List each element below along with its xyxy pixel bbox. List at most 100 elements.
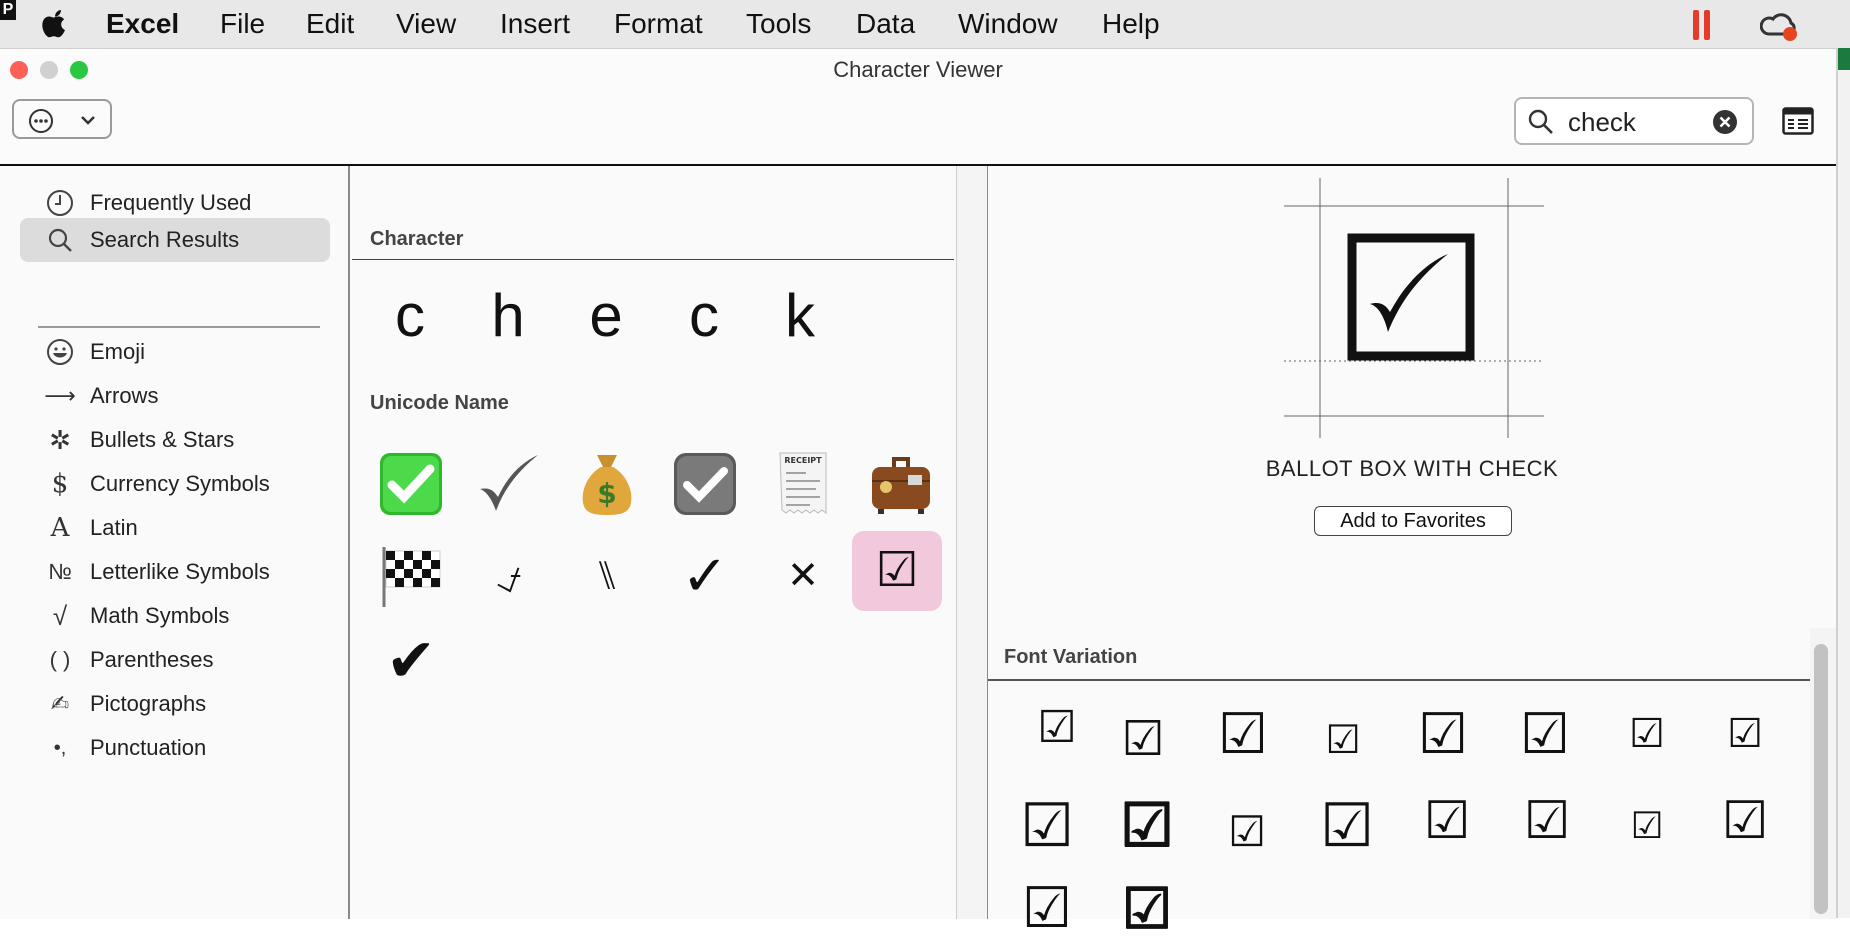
dollar-icon: $	[51, 469, 69, 499]
menu-view[interactable]: View	[396, 7, 456, 41]
font-variation-item[interactable]: ☑	[1112, 876, 1182, 942]
keyboard-viewer-icon[interactable]	[1782, 107, 1814, 135]
font-variation-item[interactable]: ☑	[1512, 791, 1582, 851]
sidebar-item-label: Punctuation	[90, 735, 207, 760]
menu-help[interactable]: Help	[1102, 7, 1160, 41]
apple-logo-icon[interactable]	[40, 8, 70, 40]
font-variation-item[interactable]: ☑	[1510, 702, 1580, 767]
font-variation-item[interactable]: ☑	[1022, 702, 1092, 762]
sidebar-item-search-results[interactable]: Search Results	[20, 218, 330, 262]
character-preview	[1284, 178, 1544, 438]
clock-icon	[47, 190, 73, 216]
font-variation-item[interactable]: ☑	[1312, 791, 1382, 861]
character-list-pane: Character c h e c k Unicode Name $ RECEI…	[352, 166, 956, 919]
font-variation-item[interactable]: ☑	[1208, 702, 1278, 767]
font-variation-item[interactable]: ☑	[1412, 791, 1482, 851]
sidebar-item-math-symbols[interactable]: √ Math Symbols	[20, 594, 330, 638]
char-heavy-check-gray[interactable]	[467, 444, 551, 524]
gray-check-icon	[480, 455, 538, 511]
sidebar-item-parentheses[interactable]: ( ) Parentheses	[20, 638, 330, 682]
unicode-section-title: Unicode Name	[370, 392, 509, 414]
char-ballot-box-with-check-selected[interactable]: ☑	[852, 531, 942, 611]
font-variation-item[interactable]: ☑	[1212, 791, 1282, 861]
char-heavy-check-mark[interactable]: ✔	[369, 621, 453, 701]
menu-app-name[interactable]: Excel	[106, 7, 179, 41]
letter-c[interactable]: c	[669, 281, 739, 350]
menu-data[interactable]: Data	[856, 7, 915, 41]
square-root-icon: √	[52, 601, 68, 631]
char-receipt[interactable]: RECEIPT	[761, 444, 845, 524]
svg-text:RECEIPT: RECEIPT	[784, 456, 822, 465]
add-to-favorites-button[interactable]: Add to Favorites	[1314, 506, 1512, 536]
search-field[interactable]: check	[1514, 97, 1754, 145]
char-luggage[interactable]	[859, 444, 943, 524]
letter-c[interactable]: c	[375, 281, 445, 350]
action-menu-button[interactable]	[12, 99, 112, 139]
font-variation-item[interactable]: ☑	[1108, 711, 1178, 771]
pane-splitter[interactable]	[956, 166, 988, 919]
app-badge-icon: P	[0, 0, 16, 20]
sidebar-item-letterlike-symbols[interactable]: № Letterlike Symbols	[20, 550, 330, 594]
font-variation-item[interactable]: ☑	[1308, 702, 1378, 767]
menu-insert[interactable]: Insert	[500, 7, 570, 41]
sidebar-item-label: Emoji	[90, 339, 146, 364]
menu-edit[interactable]: Edit	[306, 7, 354, 41]
sidebar-item-emoji[interactable]: Emoji	[20, 330, 330, 374]
check-mark-glyph: ✓	[681, 544, 729, 607]
font-variation-item[interactable]: ☑	[1112, 791, 1182, 861]
sidebar-item-label: Frequently Used	[90, 190, 252, 215]
font-variation-item[interactable]: ☑	[1710, 711, 1780, 771]
scrollbar-thumb[interactable]	[1814, 644, 1828, 914]
char-ocr-double-backslash[interactable]: ⑊	[565, 536, 649, 616]
font-variation-item[interactable]: ☑	[1612, 711, 1682, 771]
sidebar-item-label: Math Symbols	[90, 603, 230, 628]
luggage-icon	[872, 457, 930, 514]
search-icon	[1528, 109, 1553, 134]
char-checkbox-gray[interactable]	[663, 444, 747, 524]
sidebar-item-label: Arrows	[90, 383, 159, 408]
letter-e[interactable]: e	[571, 281, 641, 350]
char-multiplication-x[interactable]: ✕	[761, 536, 845, 616]
not-check-mark-glyph: ⍻	[496, 550, 522, 602]
font-variation-item[interactable]: ☑	[1612, 791, 1682, 851]
sidebar-item-punctuation[interactable]: •, Punctuation	[20, 726, 330, 770]
sidebar-item-arrows[interactable]: ⟶ Arrows	[20, 374, 330, 418]
sidebar-item-label: Latin	[90, 515, 138, 540]
menu-tools[interactable]: Tools	[746, 7, 811, 41]
svg-text:$: $	[597, 477, 616, 510]
pause-recording-icon[interactable]	[1693, 10, 1713, 40]
menu-file[interactable]: File	[220, 7, 265, 41]
creative-cloud-icon[interactable]	[1760, 8, 1800, 42]
multiplication-x-glyph: ✕	[787, 555, 819, 597]
excel-ribbon-edge	[1838, 48, 1850, 70]
search-input[interactable]: check	[1568, 107, 1636, 138]
char-check-mark[interactable]: ✓	[663, 536, 747, 616]
menu-window[interactable]: Window	[958, 7, 1058, 41]
font-variation-item[interactable]: ☑	[1012, 876, 1082, 941]
sidebar-item-label: Bullets & Stars	[90, 427, 235, 452]
menu-bar: P Excel File Edit View Insert Format Too…	[0, 0, 1850, 48]
sidebar-item-latin[interactable]: A Latin	[20, 506, 330, 550]
char-money-bag[interactable]: $	[565, 444, 649, 524]
char-not-check-mark[interactable]: ⍻	[467, 536, 551, 616]
punctuation-icon: •,	[53, 737, 67, 759]
sidebar-item-currency-symbols[interactable]: $ Currency Symbols	[20, 462, 330, 506]
menu-format[interactable]: Format	[614, 7, 703, 41]
sidebar-item-label: Parentheses	[90, 647, 214, 672]
letter-k[interactable]: k	[765, 281, 835, 350]
clear-search-icon[interactable]	[1712, 109, 1738, 135]
sidebar-item-pictographs[interactable]: ✍ Pictographs	[20, 682, 330, 726]
money-bag-icon: $	[582, 455, 632, 515]
section-divider	[352, 259, 954, 260]
font-variation-item[interactable]: ☑	[1408, 702, 1478, 767]
sidebar-item-bullets-stars[interactable]: ✲ Bullets & Stars	[20, 418, 330, 462]
green-check-emoji-icon	[380, 453, 442, 515]
char-white-heavy-check-mark[interactable]	[369, 444, 453, 524]
gray-checkbox-icon	[674, 453, 736, 515]
char-chequered-flag[interactable]	[369, 536, 453, 616]
letter-h[interactable]: h	[473, 281, 543, 350]
font-variation-item[interactable]: ☑	[1710, 791, 1780, 851]
receipt-icon: RECEIPT	[779, 452, 827, 514]
font-variation-item[interactable]: ☑	[1012, 791, 1082, 861]
heavy-check-glyph: ✔	[385, 627, 437, 694]
